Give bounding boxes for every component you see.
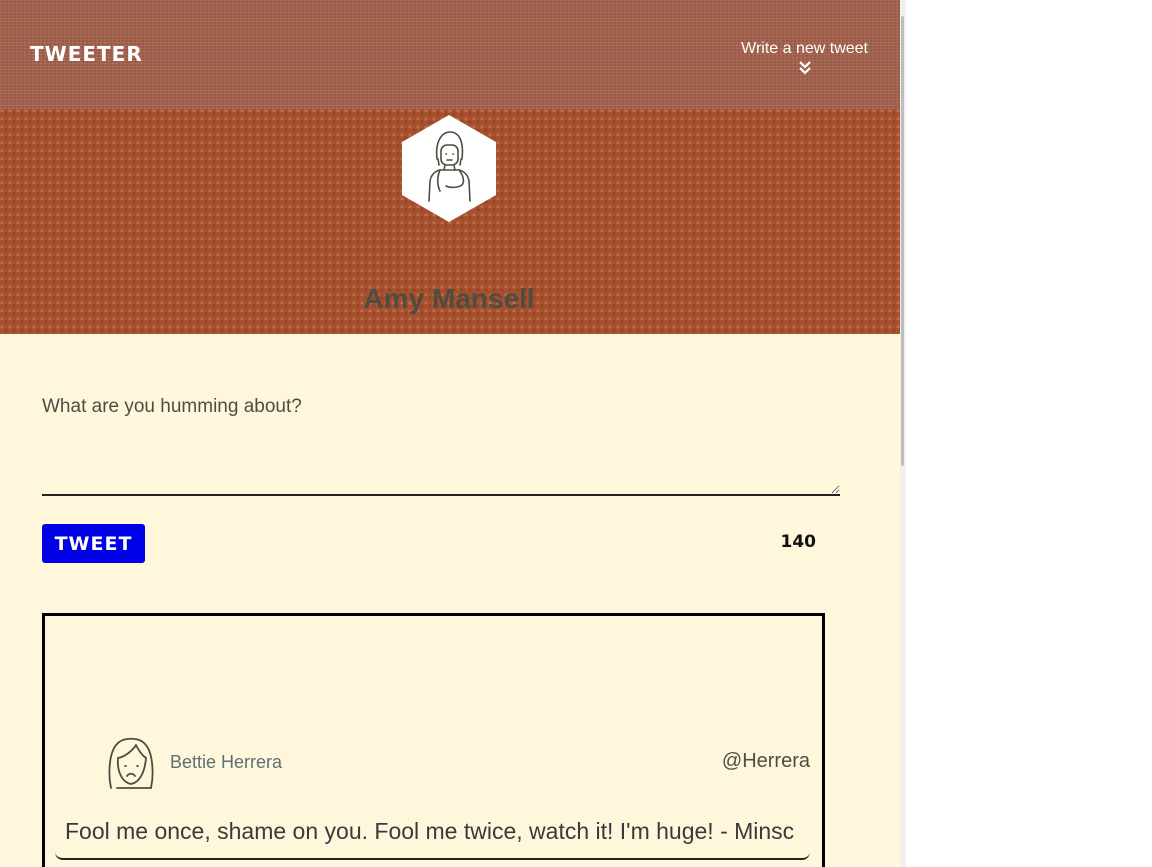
double-chevron-down-icon[interactable] bbox=[797, 60, 813, 76]
woman-frowning-avatar-icon bbox=[108, 737, 154, 789]
brand-logo[interactable]: TWEETER bbox=[30, 42, 143, 66]
tweet-author-handle[interactable]: @Herrera bbox=[722, 750, 810, 773]
top-navbar: TWEETER Write a new tweet bbox=[0, 0, 900, 109]
write-new-tweet-toggle[interactable]: Write a new tweet bbox=[741, 40, 868, 76]
profile-avatar bbox=[402, 115, 496, 222]
page-scrollbar-thumb[interactable] bbox=[901, 16, 904, 466]
app-root: TWEETER Write a new tweet Amy Mansell TW… bbox=[0, 0, 900, 867]
tweet-text: Fool me once, shame on you. Fool me twic… bbox=[55, 812, 810, 860]
tweet-author-name[interactable]: Bettie Herrera bbox=[170, 752, 282, 773]
tweet-card: Bettie Herrera @Herrera Fool me once, sh… bbox=[42, 613, 825, 867]
character-counter: 140 bbox=[780, 532, 817, 552]
profile-name: Amy Mansell bbox=[363, 283, 535, 314]
write-new-tweet-label[interactable]: Write a new tweet bbox=[741, 40, 868, 58]
tweet-submit-button[interactable]: TWEET bbox=[42, 524, 145, 563]
tweet-compose-input[interactable] bbox=[42, 388, 840, 496]
